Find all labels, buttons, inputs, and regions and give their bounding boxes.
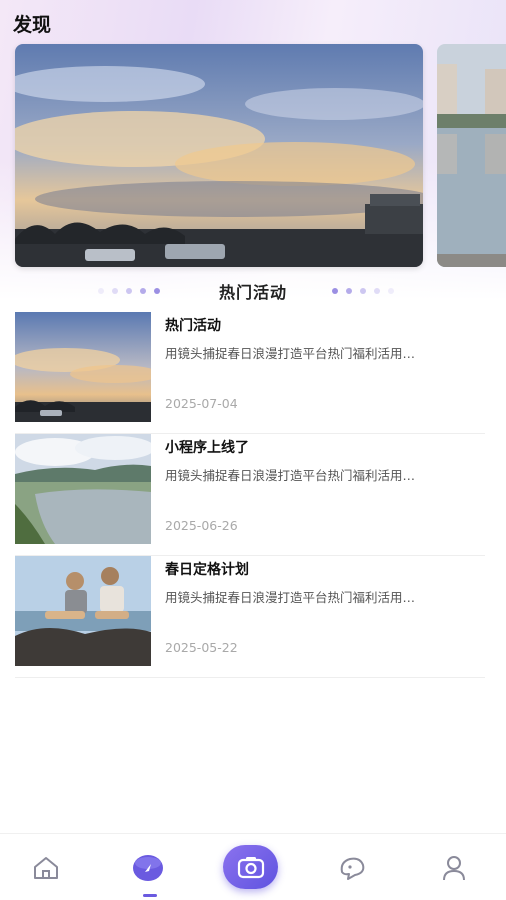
page-title: 发现 (13, 14, 52, 36)
news-title: 小程序上线了 (165, 440, 249, 456)
banner-slide-city-reflection[interactable] (437, 44, 506, 267)
active-tab-indicator (143, 894, 157, 897)
news-date: 2025-07-04 (165, 396, 238, 411)
banner-slide-sunset[interactable] (15, 44, 423, 267)
list-item[interactable]: 热门活动 用镜头捕捉春日浪漫打造平台热门福利活用… 2025-07-04 (15, 312, 485, 434)
home-icon (34, 856, 58, 879)
chat-icon (340, 857, 365, 880)
tab-discover[interactable] (118, 834, 178, 900)
tab-chat[interactable] (322, 834, 382, 900)
section-header: 热门活动 (0, 279, 506, 303)
news-date: 2025-05-22 (165, 640, 238, 655)
tab-home[interactable] (16, 834, 76, 900)
banner-image (15, 44, 423, 267)
news-title: 春日定格计划 (165, 562, 249, 578)
news-thumbnail (15, 312, 151, 422)
discover-icon (133, 854, 163, 881)
news-thumbnail (15, 434, 151, 544)
decorative-dots-right (332, 287, 394, 295)
camera-icon (237, 857, 264, 879)
news-title: 热门活动 (165, 318, 221, 334)
banner-next-image (437, 44, 506, 267)
list-item[interactable]: 小程序上线了 用镜头捕捉春日浪漫打造平台热门福利活用… 2025-06-26 (15, 434, 485, 556)
profile-icon (443, 855, 465, 880)
list-item[interactable]: 春日定格计划 用镜头捕捉春日浪漫打造平台热门福利活用… 2025-05-22 (15, 556, 485, 678)
activity-list: 热门活动 用镜头捕捉春日浪漫打造平台热门福利活用… 2025-07-04 小程序… (15, 312, 485, 678)
news-description: 用镜头捕捉春日浪漫打造平台热门福利活用… (165, 590, 416, 605)
news-description: 用镜头捕捉春日浪漫打造平台热门福利活用… (165, 468, 416, 483)
news-thumbnail (15, 556, 151, 666)
camera-button[interactable] (223, 845, 278, 889)
tab-profile[interactable] (424, 834, 484, 900)
news-date: 2025-06-26 (165, 518, 238, 533)
news-description: 用镜头捕捉春日浪漫打造平台热门福利活用… (165, 346, 416, 361)
section-title: 热门活动 (218, 283, 287, 302)
